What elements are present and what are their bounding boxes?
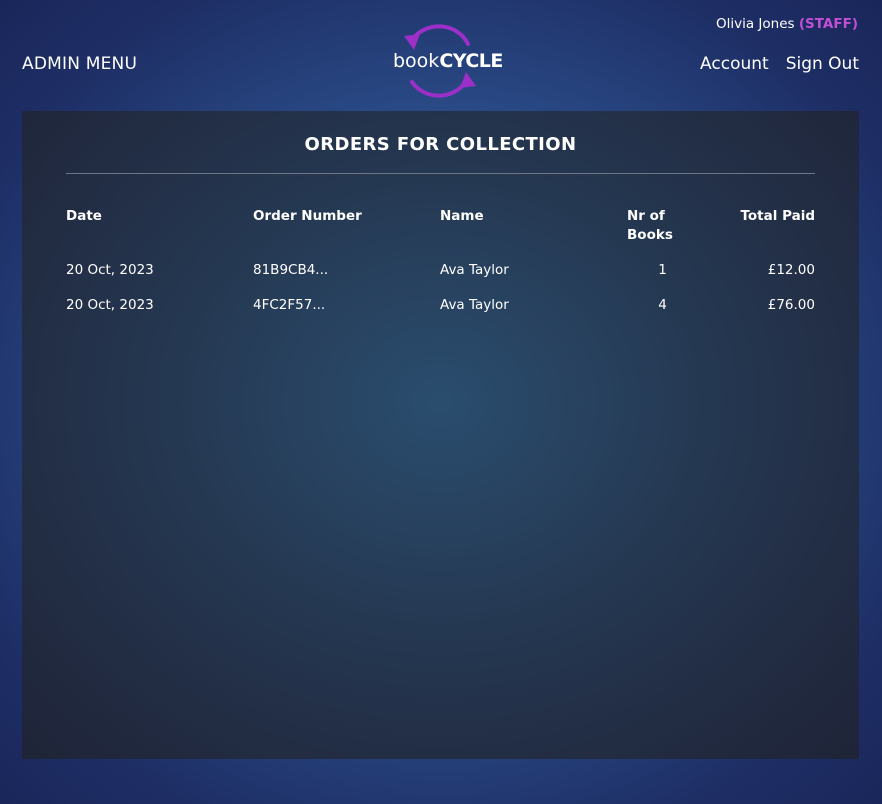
cell-total-paid: £76.00 (767, 297, 815, 313)
account-nav: Account Sign Out (700, 54, 859, 74)
user-info: Olivia Jones (STAFF) (716, 16, 858, 32)
table-header-row: Date Order Number Name Nr of Books Total… (66, 207, 815, 261)
cell-name: Ava Taylor (440, 297, 509, 313)
column-header-total-paid: Total Paid (740, 208, 815, 224)
table-row[interactable]: 20 Oct, 2023 4FC2F57... Ava Taylor 4 £76… (66, 296, 815, 331)
column-header-nr-books: Nr of Books (627, 208, 673, 243)
account-link[interactable]: Account (700, 54, 769, 74)
table-row[interactable]: 20 Oct, 2023 81B9CB4... Ava Taylor 1 £12… (66, 261, 815, 296)
cell-order-number[interactable]: 81B9CB4... (253, 261, 440, 296)
bookcycle-logo[interactable]: bookCYCLE (390, 22, 503, 102)
logo-text-cycle: CYCLE (439, 50, 503, 72)
user-role-badge: (STAFF) (798, 16, 858, 32)
cell-order-number[interactable]: 4FC2F57... (253, 296, 440, 331)
logo-text-book: book (393, 50, 440, 72)
column-header-name: Name (440, 208, 484, 224)
orders-panel: ORDERS FOR COLLECTION Date Order Number … (22, 111, 859, 759)
cell-date: 20 Oct, 2023 (66, 297, 154, 313)
title-divider (66, 173, 815, 174)
column-header-date: Date (66, 208, 102, 224)
admin-menu-toggle[interactable]: ADMIN MENU (22, 54, 137, 74)
column-header-order-number: Order Number (253, 208, 362, 224)
user-name: Olivia Jones (716, 16, 795, 32)
cell-date: 20 Oct, 2023 (66, 262, 154, 278)
site-header: ADMIN MENU bookCYCLE Olivia Jones (STAFF… (0, 0, 882, 111)
sign-out-link[interactable]: Sign Out (786, 54, 859, 74)
page-title: ORDERS FOR COLLECTION (304, 134, 577, 155)
cell-total-paid: £12.00 (767, 262, 815, 278)
orders-table: Date Order Number Name Nr of Books Total… (66, 207, 815, 331)
cell-nr-books: 1 (658, 262, 667, 278)
logo-wordmark: bookCYCLE (393, 50, 503, 72)
cell-nr-books: 4 (658, 297, 667, 313)
cell-name: Ava Taylor (440, 262, 509, 278)
